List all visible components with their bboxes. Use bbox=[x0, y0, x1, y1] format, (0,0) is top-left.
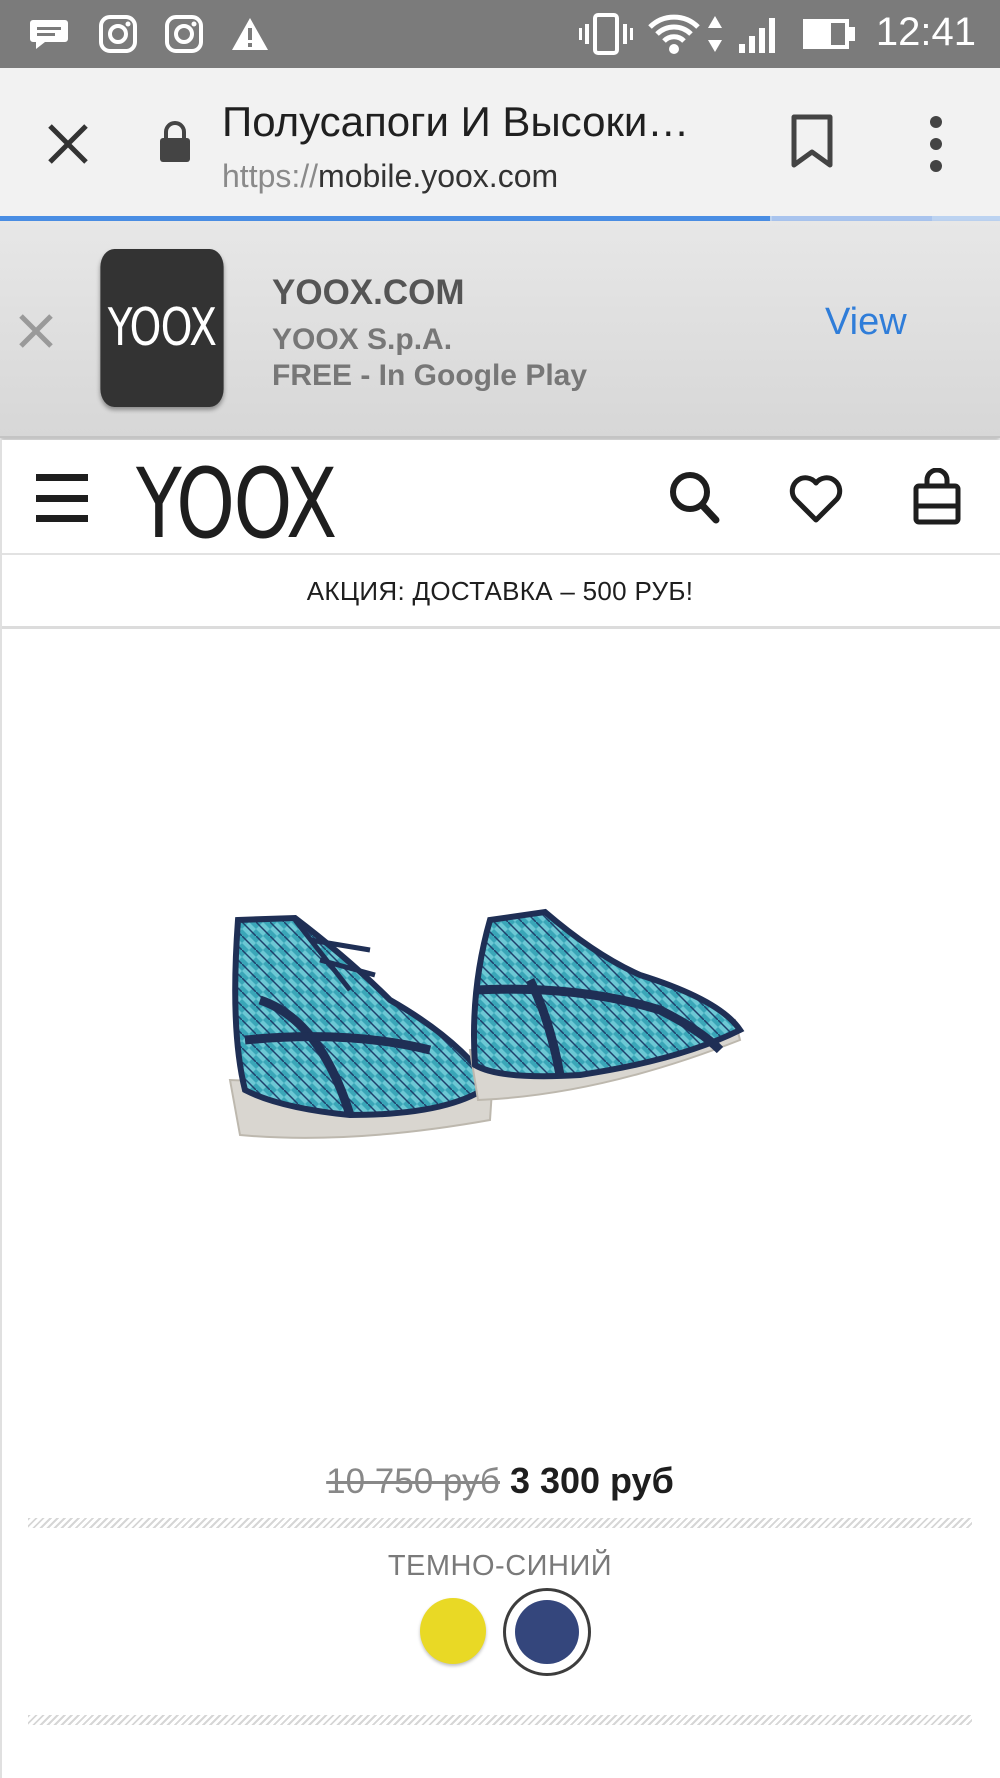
overflow-menu-icon[interactable] bbox=[906, 112, 966, 176]
color-swatch-yellow[interactable] bbox=[420, 1598, 486, 1664]
site-logo[interactable]: YOOX bbox=[136, 448, 337, 560]
color-swatches bbox=[0, 1588, 1000, 1678]
selected-color-label: ТЕМНО-СИНИЙ bbox=[387, 1550, 613, 1582]
menu-icon[interactable] bbox=[36, 474, 88, 522]
site-header: YOOX bbox=[0, 440, 1000, 560]
vibrate-icon bbox=[578, 12, 634, 56]
app-logo: YOOX bbox=[100, 249, 224, 407]
battery-icon bbox=[800, 12, 858, 56]
product-image[interactable] bbox=[200, 880, 800, 1180]
wifi-icon bbox=[646, 12, 702, 56]
clock: 12:41 bbox=[875, 10, 976, 54]
close-tab-icon[interactable] bbox=[36, 112, 100, 176]
status-bar: 12:41 bbox=[0, 0, 1000, 68]
view-app-button[interactable]: View bbox=[825, 301, 907, 344]
promo-banner[interactable]: АКЦИЯ: ДОСТАВКА – 500 РУБ! bbox=[0, 557, 1000, 629]
color-swatch-navy[interactable] bbox=[515, 1600, 579, 1664]
app-name: YOOX.COM bbox=[272, 273, 465, 312]
shopping-bag-icon[interactable] bbox=[912, 467, 962, 526]
page-title: Полусапоги И Высоки… bbox=[222, 98, 690, 145]
wishlist-heart-icon[interactable] bbox=[788, 470, 844, 526]
url-scheme: https:// bbox=[222, 158, 319, 194]
original-price: 10 750 руб bbox=[326, 1462, 500, 1501]
bookmark-icon[interactable] bbox=[790, 114, 846, 174]
sale-price: 3 300 руб bbox=[509, 1460, 674, 1501]
page-url: https://mobile.yoox.com bbox=[222, 158, 558, 195]
lock-icon[interactable] bbox=[158, 120, 198, 168]
search-icon[interactable] bbox=[668, 470, 722, 526]
promo-text: АКЦИЯ: ДОСТАВКА – 500 РУБ! bbox=[306, 576, 694, 606]
app-install-banner: YOOX YOOX.COM YOOX S.p.A. FREE - In Goog… bbox=[0, 221, 1000, 438]
dismiss-banner-icon[interactable] bbox=[14, 309, 58, 353]
warning-icon bbox=[228, 12, 272, 56]
data-arrows-icon bbox=[704, 12, 726, 56]
divider bbox=[28, 1715, 972, 1725]
url-host: mobile.yoox.com bbox=[318, 158, 559, 194]
app-developer: YOOX S.p.A. bbox=[272, 323, 453, 356]
instagram-icon bbox=[96, 12, 140, 56]
price-row: 10 750 руб 3 300 руб bbox=[0, 1460, 1000, 1502]
browser-toolbar: Полусапоги И Высоки… https://mobile.yoox… bbox=[0, 68, 1000, 216]
message-icon bbox=[28, 12, 70, 56]
divider bbox=[28, 1518, 972, 1528]
app-price: FREE - In Google Play bbox=[272, 359, 588, 392]
signal-icon bbox=[736, 12, 782, 56]
instagram-icon bbox=[162, 12, 206, 56]
